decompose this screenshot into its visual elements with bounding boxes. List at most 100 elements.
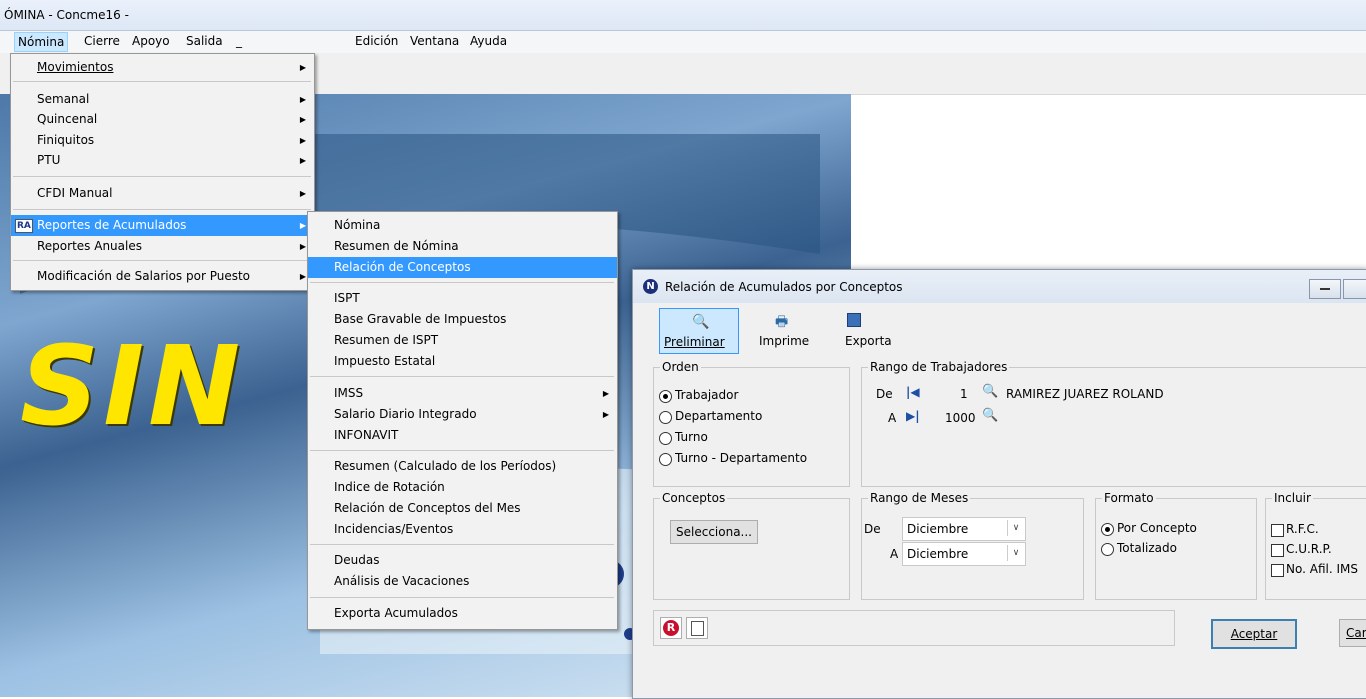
menu-salida[interactable]: Salida <box>186 34 223 48</box>
mes-a-select[interactable]: Diciembre ∨ <box>902 542 1026 566</box>
menu-item-label: Indice de Rotación <box>334 480 445 494</box>
registered-icon: R <box>663 620 679 636</box>
first-record-icon[interactable]: |◀ <box>906 385 920 399</box>
submenu-arrow-icon: ▶ <box>602 389 609 398</box>
radio-label: Trabajador <box>675 388 739 402</box>
menu-item-label: CFDI Manual <box>37 186 113 200</box>
submenu-item-ispt[interactable]: ISPT <box>308 288 617 309</box>
menu-nomina[interactable]: Nómina <box>14 32 69 52</box>
trabajador-de-input[interactable]: 1 <box>960 387 968 401</box>
submenu-item-infonavit[interactable]: INFONAVIT <box>308 425 617 446</box>
menu-item-label: INFONAVIT <box>334 428 399 442</box>
menu-item-reportes-anuales[interactable]: Reportes Anuales ▶ <box>11 236 314 257</box>
chevron-down-icon[interactable]: ∨ <box>1007 545 1024 561</box>
menu-ventana[interactable]: Ventana <box>410 34 459 48</box>
menu-item-quincenal[interactable]: Quincenal ▶ <box>11 109 314 130</box>
menu-separator <box>13 260 311 261</box>
submenu-item-relacion-conceptos[interactable]: Relación de Conceptos <box>308 257 617 278</box>
preliminar-label: Preliminar <box>664 335 725 349</box>
maximize-button[interactable] <box>1343 279 1366 299</box>
exporta-button[interactable]: Exporta <box>843 308 899 352</box>
menu-item-label: Modificación de Salarios por Puesto <box>37 269 251 283</box>
radio-totalizado[interactable] <box>1101 543 1114 556</box>
submenu-arrow-icon: ▶ <box>299 242 306 251</box>
menu-item-semanal[interactable]: Semanal ▶ <box>11 89 314 110</box>
menu-item-label: Reportes Anuales <box>37 239 142 253</box>
submenu-item-relacion-conceptos-mes[interactable]: Relación de Conceptos del Mes <box>308 498 617 519</box>
menu-item-movimientos[interactable]: Movimientos ▶ <box>11 57 314 78</box>
title-bar: ÓMINA - Concme16 - <box>0 0 1366 31</box>
note-button[interactable] <box>686 617 708 639</box>
mes-de-label: De <box>864 522 881 536</box>
checkbox-rfc[interactable] <box>1271 524 1284 537</box>
submenu-item-deudas[interactable]: Deudas <box>308 550 617 571</box>
search-icon[interactable]: 🔍 <box>982 384 998 399</box>
submenu-item-analisis-vacaciones[interactable]: Análisis de Vacaciones <box>308 571 617 592</box>
submenu-item-resumen-nomina[interactable]: Resumen de Nómina <box>308 236 617 257</box>
selecciona-button[interactable]: Selecciona... <box>670 520 758 544</box>
registered-button[interactable]: R <box>660 617 682 639</box>
menu-item-label: Resumen de ISPT <box>334 333 439 347</box>
submenu-item-impuesto-estatal[interactable]: Impuesto Estatal <box>308 351 617 372</box>
menu-item-label: Deudas <box>334 553 380 567</box>
submenu-item-base-gravable[interactable]: Base Gravable de Impuestos <box>308 309 617 330</box>
last-record-icon[interactable]: ▶| <box>906 409 920 423</box>
checkbox-no-afil-imss[interactable] <box>1271 564 1284 577</box>
radio-label: Totalizado <box>1117 541 1177 555</box>
window-title: ÓMINA - Concme16 - <box>4 8 129 22</box>
radio-turno-departamento[interactable] <box>659 453 672 466</box>
submenu-item-resumen-ispt[interactable]: Resumen de ISPT <box>308 330 617 351</box>
submenu-arrow-icon: ▶ <box>299 156 306 165</box>
menu-item-modificacion-salarios[interactable]: Modificación de Salarios por Puesto ▶ <box>11 266 314 287</box>
radio-trabajador[interactable] <box>659 390 672 403</box>
imprime-label: Imprime <box>759 334 810 348</box>
menu-item-label: Resumen de Nómina <box>334 239 459 253</box>
ra-badge-icon: RA <box>15 219 33 233</box>
printer-icon: 🖶 <box>775 314 789 330</box>
submenu-item-exporta-acumulados[interactable]: Exporta Acumulados <box>308 603 617 624</box>
incluir-group: Incluir R.F.C. C.U.R.P. No. Afil. IMS <box>1265 491 1366 600</box>
menu-item-label: Finiquitos <box>37 133 95 147</box>
submenu-item-incidencias[interactable]: Incidencias/Eventos <box>308 519 617 540</box>
menu-item-cfdi-manual[interactable]: CFDI Manual ▶ <box>11 183 314 204</box>
conceptos-title: Conceptos <box>660 491 728 505</box>
trabajador-a-input[interactable]: 1000 <box>945 411 976 425</box>
menu-item-label: Nómina <box>334 218 381 232</box>
menu-edicion[interactable]: Edición <box>355 34 398 48</box>
imprime-button[interactable]: 🖶 Imprime <box>757 308 813 352</box>
checkbox-curp[interactable] <box>1271 544 1284 557</box>
menu-placeholder[interactable]: _ <box>236 34 242 48</box>
menu-separator <box>310 376 614 377</box>
menu-separator <box>13 176 311 177</box>
menu-cierre[interactable]: Cierre <box>84 34 120 48</box>
menu-item-reportes-acumulados[interactable]: RA Reportes de Acumulados ▶ <box>11 215 314 236</box>
relacion-acumulados-dialog: N Relación de Acumulados por Conceptos 🔍… <box>632 269 1366 699</box>
menu-ayuda[interactable]: Ayuda <box>470 34 507 48</box>
orden-group: Orden Trabajador Departamento Turno Turn… <box>653 360 850 487</box>
radio-por-concepto[interactable] <box>1101 523 1114 536</box>
acumulados-submenu: Nómina Resumen de Nómina Relación de Con… <box>307 211 618 630</box>
menu-item-finiquitos[interactable]: Finiquitos ▶ <box>11 130 314 151</box>
menu-separator <box>13 209 311 210</box>
minimize-button[interactable] <box>1309 279 1341 299</box>
menu-item-label: Relación de Conceptos del Mes <box>334 501 521 515</box>
search-icon[interactable]: 🔍 <box>982 408 998 423</box>
submenu-item-resumen-periodos[interactable]: Resumen (Calculado de los Períodos) <box>308 456 617 477</box>
menu-item-ptu[interactable]: PTU ▶ <box>11 150 314 171</box>
submenu-item-salario-diario[interactable]: Salario Diario Integrado ▶ <box>308 404 617 425</box>
menu-item-label: Exporta Acumulados <box>334 606 458 620</box>
radio-departamento[interactable] <box>659 411 672 424</box>
submenu-item-nomina[interactable]: Nómina <box>308 215 617 236</box>
cancelar-button[interactable]: Car <box>1339 619 1366 647</box>
note-icon <box>691 621 704 636</box>
formato-group: Formato Por Concepto Totalizado <box>1095 491 1257 600</box>
submenu-item-imss[interactable]: IMSS ▶ <box>308 383 617 404</box>
submenu-item-indice-rotacion[interactable]: Indice de Rotación <box>308 477 617 498</box>
aceptar-button[interactable]: Aceptar <box>1211 619 1297 649</box>
trabajador-de-name: RAMIREZ JUAREZ ROLAND <box>1006 387 1164 401</box>
menu-apoyo[interactable]: Apoyo <box>132 34 170 48</box>
preliminar-button[interactable]: 🔍 Preliminar <box>659 308 739 354</box>
chevron-down-icon[interactable]: ∨ <box>1007 520 1024 536</box>
mes-de-select[interactable]: Diciembre ∨ <box>902 517 1026 541</box>
radio-turno[interactable] <box>659 432 672 445</box>
